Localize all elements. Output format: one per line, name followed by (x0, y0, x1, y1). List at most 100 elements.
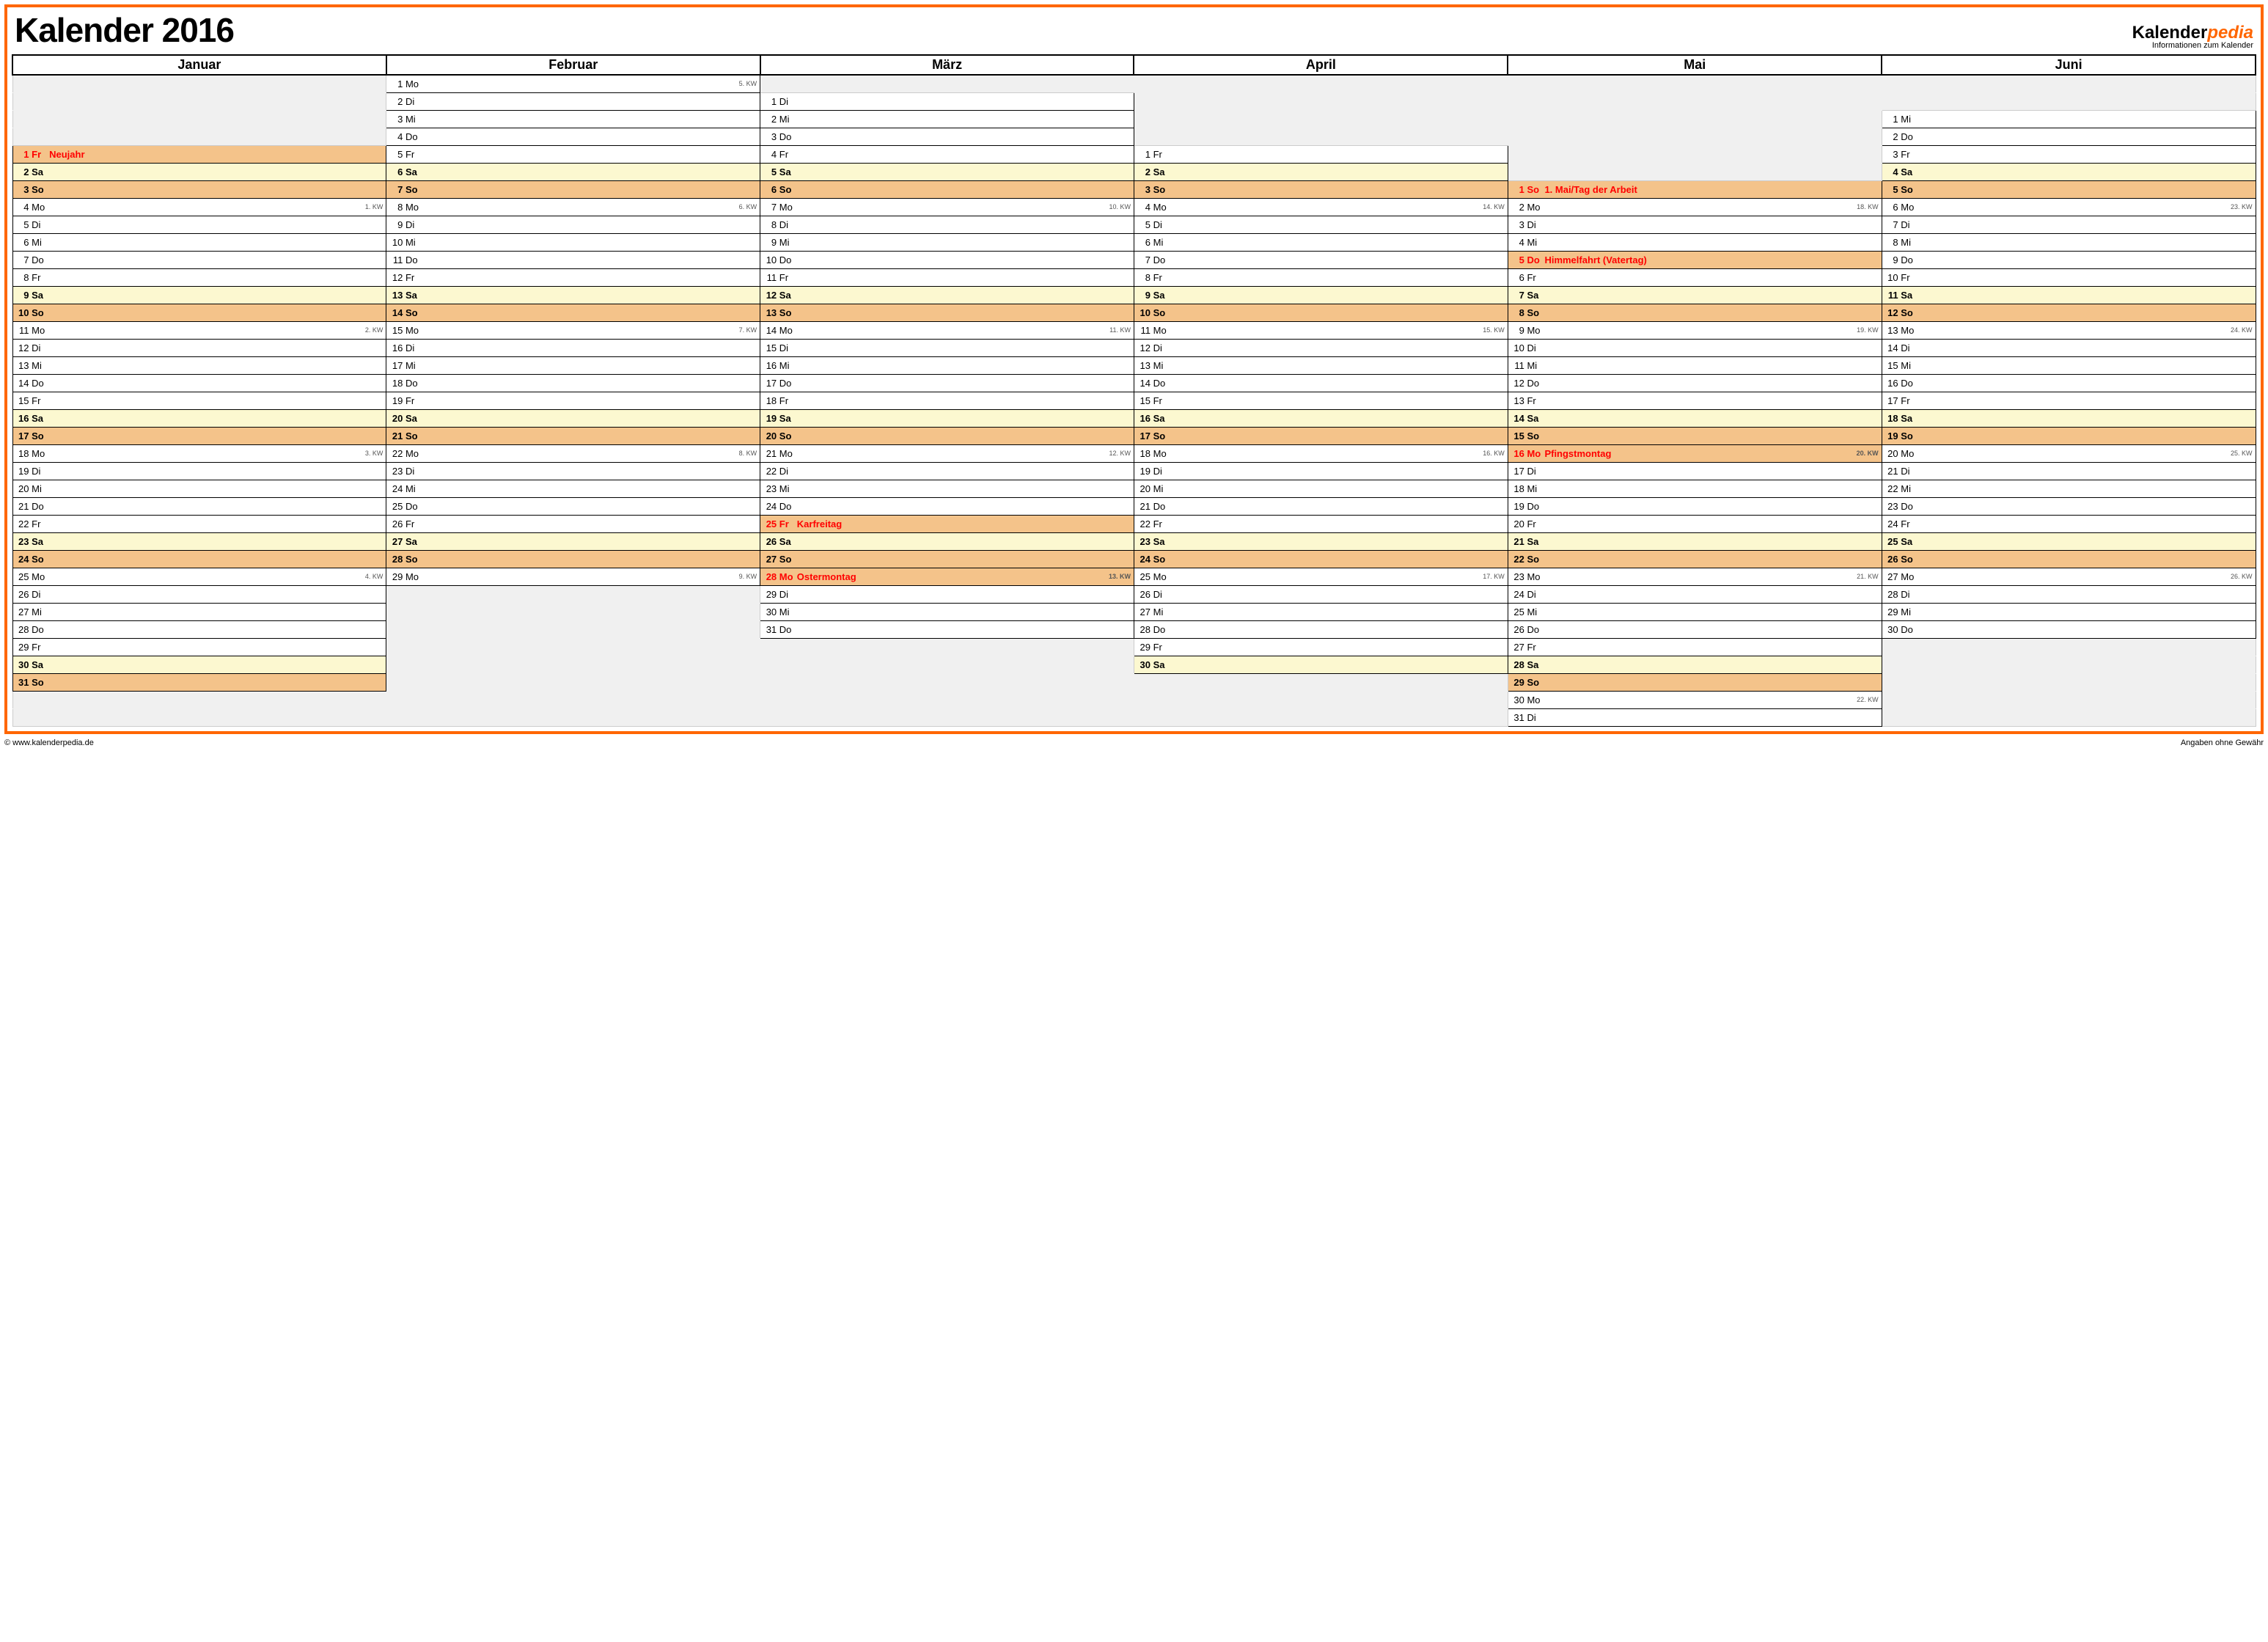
day-number: 19 (16, 466, 29, 477)
day-cell: 10 Do (760, 251, 1134, 268)
week-number: 26. KW (2231, 573, 2253, 580)
day-cell: 5 DoHimmelfahrt (Vatertag) (1508, 251, 1882, 268)
day-number: 28 (1511, 659, 1524, 670)
day-cell: 7 Do (1134, 251, 1508, 268)
day-number: 22 (389, 448, 403, 459)
weekday: Mo (779, 571, 796, 582)
day-cell: 11 Mo2. KW (12, 321, 386, 339)
weekday: So (1153, 307, 1170, 318)
day-number: 20 (763, 430, 777, 441)
day-cell: 8 So (1508, 304, 1882, 321)
day-cell: 4 Mo14. KW (1134, 198, 1508, 216)
day-cell: 14 Do (1134, 374, 1508, 392)
day-cell: 28 Do (12, 620, 386, 638)
weekday: Di (1527, 589, 1543, 600)
day-cell: 3 So (1134, 180, 1508, 198)
day-cell: 29 Di (760, 585, 1134, 603)
day-number: 4 (1885, 166, 1898, 177)
day-cell (1508, 145, 1882, 163)
day-cell: 18 Fr (760, 392, 1134, 409)
weekday: Mi (1901, 237, 1917, 248)
day-number: 5 (16, 219, 29, 230)
day-cell: 20 Mi (1134, 480, 1508, 497)
weekday: Di (1153, 219, 1170, 230)
day-number: 23 (1137, 536, 1150, 547)
day-cell: 30 Do (1882, 620, 2256, 638)
weekday: Mi (32, 237, 48, 248)
day-cell: 2 Do (1882, 128, 2256, 145)
weekday: Mi (779, 237, 796, 248)
weekday: Mo (1153, 448, 1170, 459)
day-number: 27 (1511, 642, 1524, 653)
day-cell: 9 Di (386, 216, 760, 233)
calendar-row: 21 Do25 Do24 Do21 Do19 Do23 Do (12, 497, 2256, 515)
week-number: 13. KW (1109, 573, 1131, 580)
weekday: Fr (779, 149, 796, 160)
day-number: 21 (1885, 466, 1898, 477)
calendar-row: 5 Di9 Di8 Di5 Di3 Di7 Di (12, 216, 2256, 233)
weekday: So (779, 307, 796, 318)
day-cell: 29 Mi (1882, 603, 2256, 620)
day-cell: 7 Do (12, 251, 386, 268)
day-cell: 26 So (1882, 550, 2256, 568)
weekday: Fr (1153, 395, 1170, 406)
day-number: 22 (763, 466, 777, 477)
day-cell (1882, 92, 2256, 110)
weekday: Do (1901, 131, 1917, 142)
day-number: 7 (389, 184, 403, 195)
weekday: Mo (405, 78, 422, 89)
calendar-row: 19 Di23 Di22 Di19 Di17 Di21 Di (12, 462, 2256, 480)
calendar-row: 29 Fr29 Fr27 Fr (12, 638, 2256, 656)
day-cell: 15 Di (760, 339, 1134, 356)
weekday: So (779, 430, 796, 441)
day-cell: 30 Sa (1134, 656, 1508, 673)
day-cell: 15 Fr (1134, 392, 1508, 409)
day-cell: 9 Mi (760, 233, 1134, 251)
day-number: 20 (389, 413, 403, 424)
weekday: Di (779, 96, 796, 107)
weekday: Sa (1901, 166, 1917, 177)
day-cell: 28 So (386, 550, 760, 568)
day-number: 30 (1511, 694, 1524, 705)
weekday: Mi (405, 360, 422, 371)
day-cell: 13 Fr (1508, 392, 1882, 409)
day-cell: 31 Di (1508, 708, 1882, 726)
day-number: 28 (16, 624, 29, 635)
day-cell: 11 Mo15. KW (1134, 321, 1508, 339)
day-cell: 2 Mo18. KW (1508, 198, 1882, 216)
weekday: Do (32, 624, 48, 635)
day-number: 1 (1885, 114, 1898, 125)
day-cell: 13 Mi (12, 356, 386, 374)
day-cell (386, 708, 760, 726)
day-number: 30 (1137, 659, 1150, 670)
day-cell: 24 So (1134, 550, 1508, 568)
day-cell: 26 Di (12, 585, 386, 603)
day-number: 14 (389, 307, 403, 318)
day-number: 11 (16, 325, 29, 336)
day-cell: 2 Sa (12, 163, 386, 180)
weekday: So (1901, 430, 1917, 441)
day-cell: 13 So (760, 304, 1134, 321)
day-number: 12 (1885, 307, 1898, 318)
weekday: Di (1527, 342, 1543, 353)
day-cell: 21 Sa (1508, 532, 1882, 550)
day-cell: 5 Di (1134, 216, 1508, 233)
day-cell: 9 Sa (1134, 286, 1508, 304)
day-cell: 23 Di (386, 462, 760, 480)
weekday: Mi (779, 483, 796, 494)
day-number: 14 (1885, 342, 1898, 353)
day-cell: 23 Sa (1134, 532, 1508, 550)
day-number: 12 (16, 342, 29, 353)
day-cell: 13 Sa (386, 286, 760, 304)
weekday: So (1527, 307, 1543, 318)
day-cell: 24 So (12, 550, 386, 568)
day-cell (1882, 673, 2256, 691)
brand-logo: Kalenderpedia (2132, 24, 2253, 42)
header: Kalender 2016 Kalenderpedia Informatione… (15, 10, 2253, 50)
day-number: 1 (1511, 184, 1524, 195)
day-number: 15 (1885, 360, 1898, 371)
weekday: Fr (1527, 272, 1543, 283)
weekday: Sa (1901, 536, 1917, 547)
day-cell: 16 Sa (1134, 409, 1508, 427)
weekday: Mi (1153, 360, 1170, 371)
